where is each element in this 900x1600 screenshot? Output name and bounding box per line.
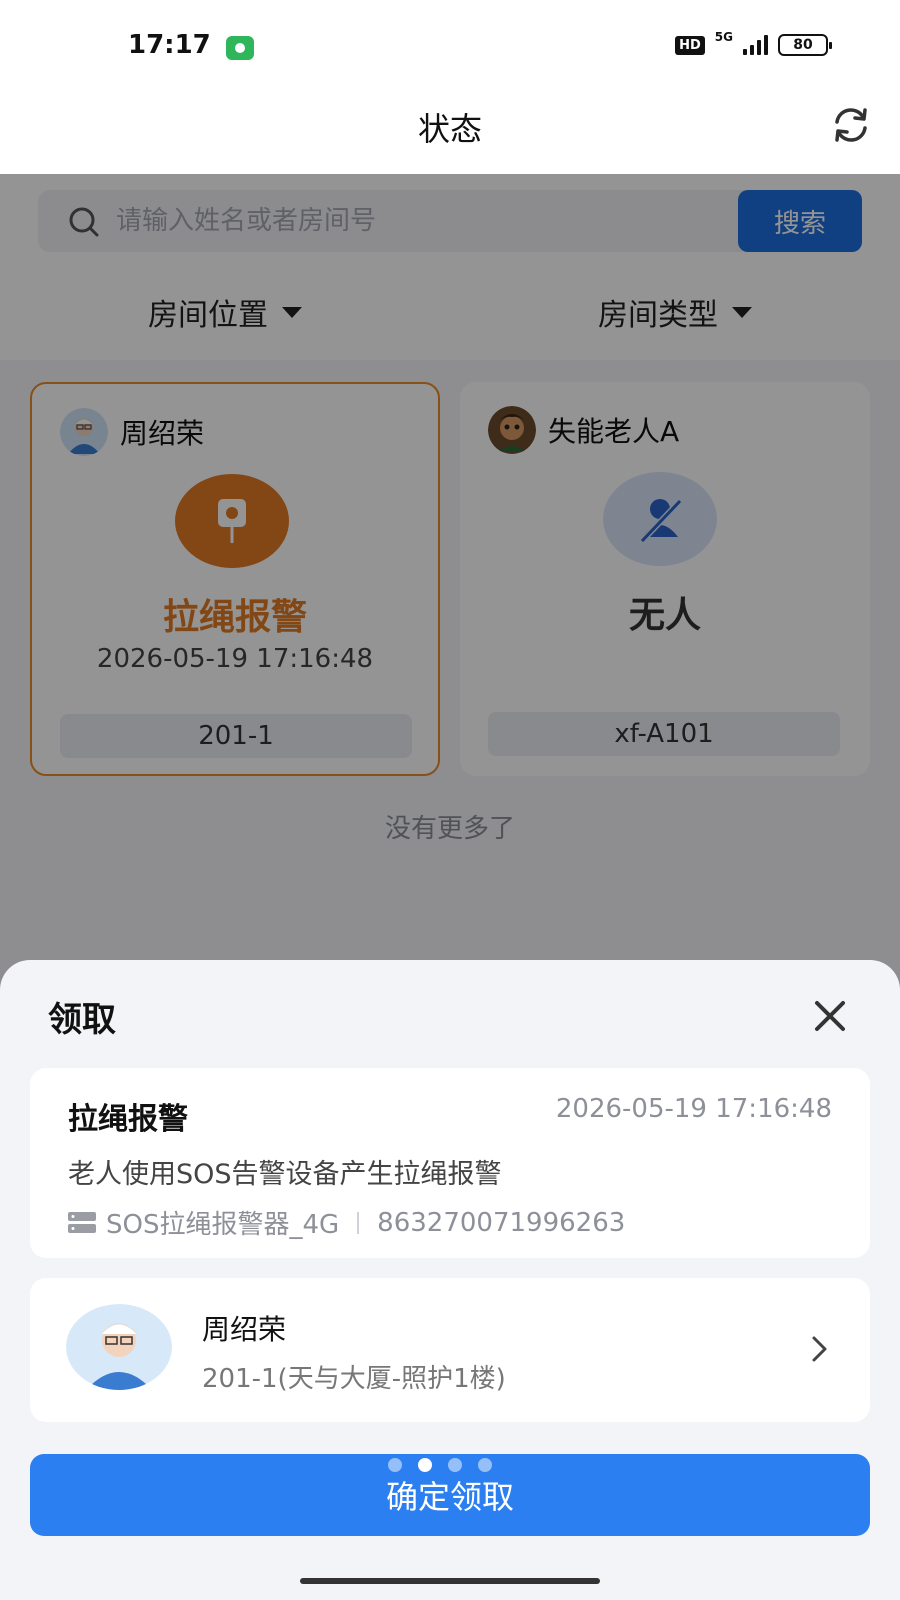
status-time: 17:17 [128, 30, 211, 60]
page-header: 状态 [0, 92, 900, 174]
signal-icon [743, 35, 768, 55]
event-title: 拉绳报警 [68, 1102, 188, 1137]
app-notification-icon [226, 36, 254, 60]
event-time: 2026-05-19 17:16:48 [555, 1094, 832, 1124]
device-icon [68, 1211, 96, 1233]
battery-icon: 80 [778, 34, 832, 56]
hd-badge: HD [675, 35, 705, 55]
network-type: 5G [714, 30, 733, 44]
divider [357, 1211, 360, 1234]
sheet-title: 领取 [48, 1000, 116, 1040]
dot [388, 1458, 402, 1472]
refresh-icon[interactable] [828, 102, 874, 148]
status-bar: 17:17 HD 5G 80 [0, 0, 900, 92]
person-room-location: 201-1(天与大厦-照护1楼) [202, 1364, 506, 1394]
claim-bottom-sheet: 领取 拉绳报警 2026-05-19 17:16:48 老人使用SOS告警设备产… [0, 960, 900, 1600]
event-description: 老人使用SOS告警设备产生拉绳报警 [68, 1159, 502, 1190]
loading-dots [388, 1458, 492, 1472]
close-icon[interactable] [812, 998, 848, 1034]
dot [418, 1458, 432, 1472]
chevron-right-icon [812, 1336, 827, 1362]
device-name: SOS拉绳报警器_4G [106, 1210, 340, 1240]
elder-avatar-icon [66, 1304, 172, 1390]
event-detail-card: 拉绳报警 2026-05-19 17:16:48 老人使用SOS告警设备产生拉绳… [30, 1068, 870, 1258]
home-indicator[interactable] [300, 1578, 600, 1584]
person-name: 周绍荣 [202, 1313, 287, 1346]
avatar [66, 1304, 172, 1390]
status-indicators: HD 5G 80 [675, 30, 832, 56]
dot [448, 1458, 462, 1472]
device-id: 863270071996263 [377, 1207, 626, 1238]
event-device-info: SOS拉绳报警器_4G 863270071996263 [68, 1204, 625, 1241]
page-title: 状态 [417, 110, 482, 148]
dot [478, 1458, 492, 1472]
person-info-card[interactable]: 周绍荣 201-1(天与大厦-照护1楼) [30, 1278, 870, 1422]
